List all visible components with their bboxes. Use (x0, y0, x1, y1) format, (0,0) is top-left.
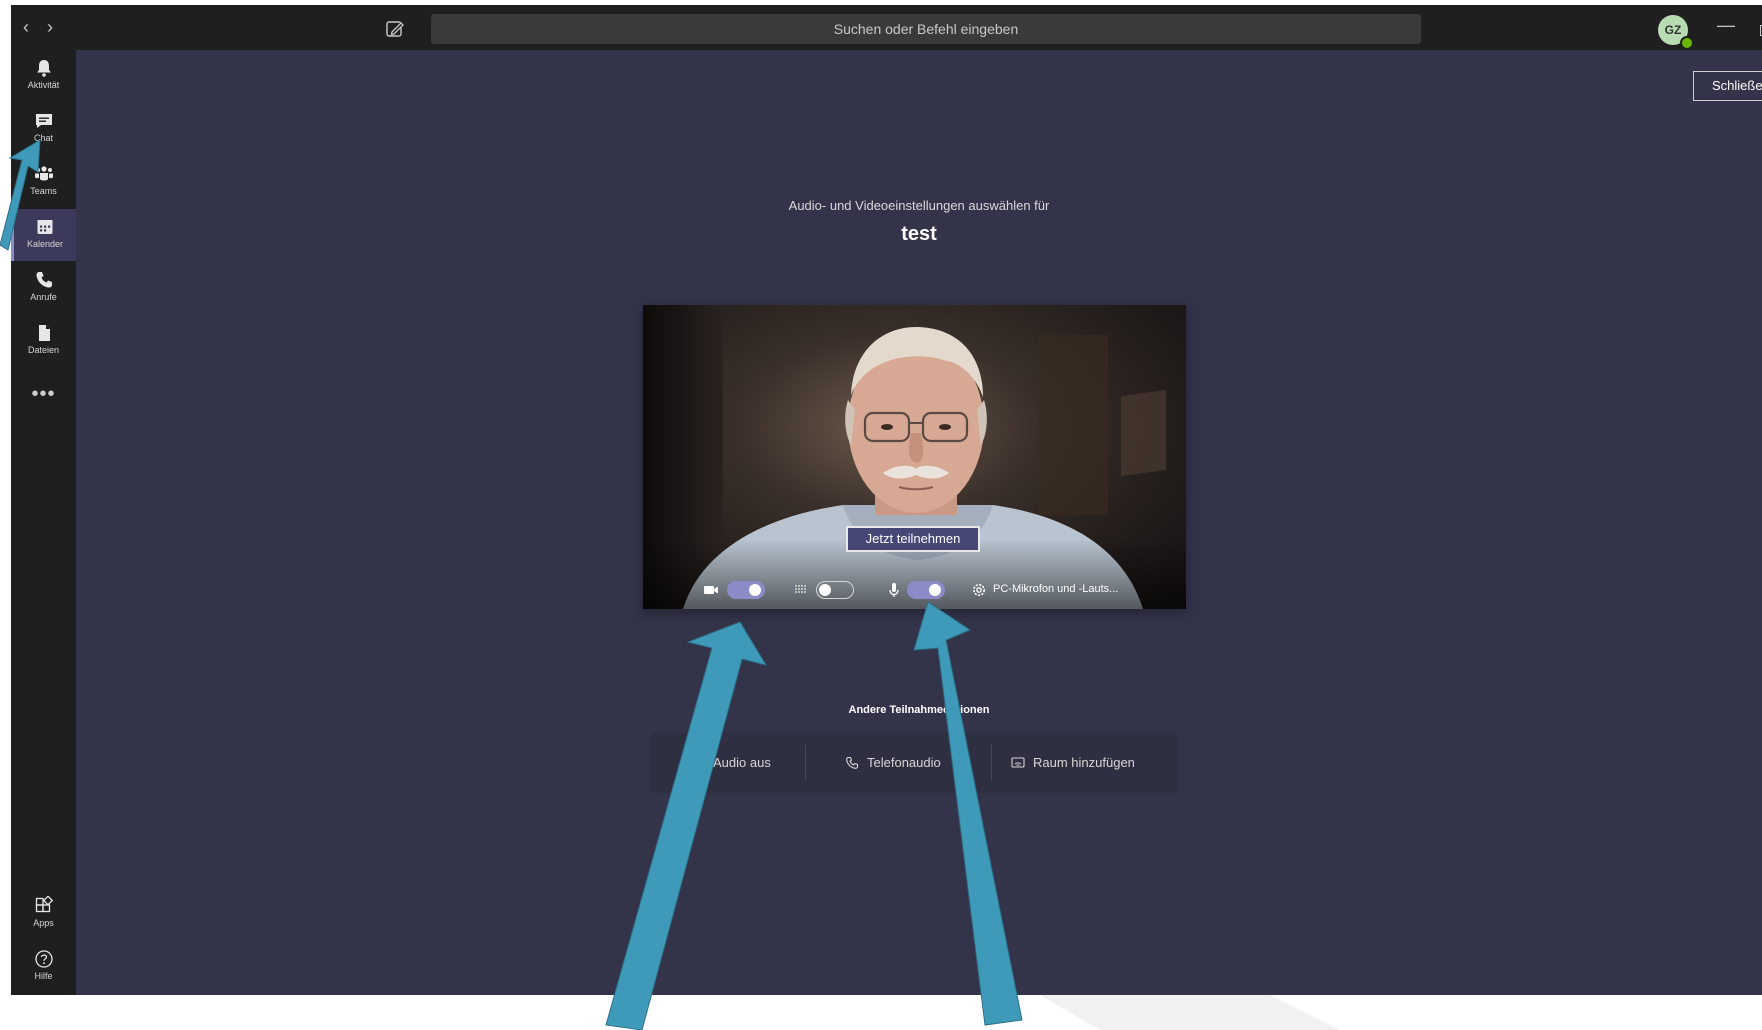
rail-item-label: Dateien (27, 345, 60, 355)
settings-subtitle: Audio- und Videoeinstellungen auswählen … (788, 198, 1050, 213)
join-now-button[interactable]: Jetzt teilnehmen (846, 526, 980, 552)
microphone-icon (889, 583, 899, 597)
minimize-icon[interactable]: — (1717, 15, 1735, 36)
rail-item-aktivitaet[interactable]: Aktivität (11, 50, 76, 102)
rail-item-label: Kalender (26, 239, 64, 249)
help-icon (34, 950, 53, 968)
audio-device-label[interactable]: PC-Mikrofon und -Lauts... (993, 583, 1118, 595)
meeting-title: test (901, 223, 937, 245)
teams-icon (34, 166, 53, 181)
rail-item-label: Anrufe (30, 292, 57, 302)
background-blur-toggle[interactable] (816, 581, 854, 599)
toggle-knob (929, 584, 941, 596)
rail-item-apps[interactable]: Apps (11, 888, 76, 940)
background-blur-icon (795, 585, 806, 593)
search-input[interactable]: Suchen oder Befehl eingeben (431, 14, 1421, 44)
other-options-heading: Andere Teilnahmeoptionen (848, 704, 990, 716)
presence-status-icon (1680, 36, 1694, 50)
page-margin (0, 995, 1762, 1030)
device-controls: PC-Mikrofon und -Lauts... (643, 577, 1186, 601)
file-icon (38, 325, 50, 341)
microphone-toggle[interactable] (907, 581, 945, 599)
option-label: Telefonaudio (867, 755, 941, 770)
speaker-off-icon (691, 756, 705, 770)
option-label: Raum hinzufügen (1033, 755, 1135, 770)
toggle-knob (749, 584, 761, 596)
rail-item-label: Teams (30, 186, 57, 196)
pre-join-screen: Schließen Audio- und Videoeinstellungen … (76, 50, 1762, 995)
rail-item-anrufe[interactable]: Anrufe (11, 262, 76, 314)
chat-icon (35, 114, 52, 128)
top-bar: ‹ › Suchen oder Befehl eingeben GZ — (11, 5, 1762, 50)
screenshot-root: ‹ › Suchen oder Befehl eingeben GZ — Akt… (0, 0, 1762, 1030)
camera-toggle[interactable] (727, 581, 765, 599)
option-label: Audio aus (713, 755, 771, 770)
calendar-icon (37, 220, 53, 234)
bell-icon (36, 60, 51, 77)
rail-item-dateien[interactable]: Dateien (11, 315, 76, 367)
camera-icon (704, 586, 718, 594)
rail-item-chat[interactable]: Chat (11, 103, 76, 155)
forward-arrow-icon[interactable]: › (47, 17, 53, 37)
option-divider (991, 745, 992, 781)
phone-icon (36, 272, 52, 288)
rail-item-label: Hilfe (34, 971, 53, 981)
apps-icon (35, 896, 53, 913)
video-preview: Jetzt teilnehmen PC-Mikrofon und -Lauts.… (643, 305, 1186, 609)
option-phone-audio[interactable]: Telefonaudio (845, 733, 941, 793)
toggle-knob (819, 583, 831, 596)
other-join-options: Audio aus Telefonaudio Raum hinzufügen (651, 733, 1178, 793)
rail-item-label: Aktivität (27, 80, 60, 90)
rail-item-label: Chat (33, 133, 53, 143)
more-apps-icon[interactable]: ••• (11, 383, 76, 406)
cast-icon (1011, 757, 1025, 768)
rail-item-label: Apps (33, 918, 54, 928)
option-divider (805, 745, 806, 781)
close-button[interactable]: Schließen (1693, 71, 1762, 101)
option-add-room[interactable]: Raum hinzufügen (1011, 733, 1135, 793)
rail-item-teams[interactable]: Teams (11, 156, 76, 208)
option-audio-off[interactable]: Audio aus (691, 733, 771, 793)
gear-icon[interactable] (971, 582, 987, 598)
back-arrow-icon[interactable]: ‹ (23, 17, 29, 37)
rail-item-kalender[interactable]: Kalender (11, 209, 76, 261)
rail-item-hilfe[interactable]: Hilfe (11, 941, 76, 993)
compose-icon[interactable] (384, 18, 406, 40)
app-rail: Aktivität Chat Teams Kalender Anrufe Dat… (11, 50, 76, 995)
phone-icon (846, 756, 859, 769)
